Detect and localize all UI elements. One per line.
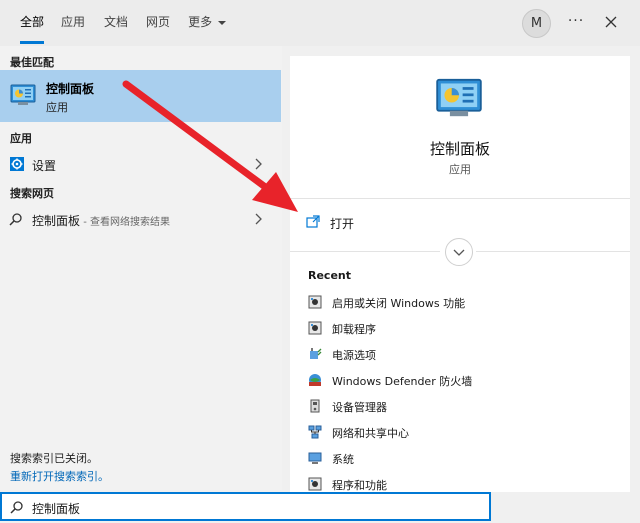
gear-icon (10, 157, 24, 171)
recent-item-firewall[interactable]: Windows Defender 防火墙 (308, 370, 628, 392)
web-search-query: 控制面板 (32, 214, 81, 228)
tab-more[interactable]: 更多 (184, 0, 230, 46)
close-button[interactable] (599, 9, 623, 36)
divider (290, 251, 440, 252)
recent-item-label: Windows Defender 防火墙 (332, 375, 473, 388)
taskbar-area (491, 492, 640, 523)
apps-heading: 应用 (10, 132, 32, 145)
web-search-result[interactable]: 控制面板 - 查看网络搜索结果 (0, 206, 281, 232)
network-icon (308, 425, 322, 439)
recent-item-windows-features[interactable]: 启用或关闭 Windows 功能 (308, 292, 628, 314)
preview-subtitle: 应用 (449, 163, 471, 176)
expand-button[interactable] (445, 238, 473, 266)
divider (290, 198, 630, 199)
search-scope-bar: 全部 应用 文档 网页 更多 M ··· (0, 0, 640, 46)
tab-all[interactable]: 全部 (12, 0, 52, 46)
index-status-text: 搜索索引已关闭。 (10, 452, 98, 465)
system-icon (308, 452, 322, 464)
tab-documents[interactable]: 文档 (98, 0, 134, 46)
firewall-icon (309, 374, 321, 386)
uninstall-icon (308, 321, 322, 335)
search-box[interactable]: 控制面板 (0, 492, 491, 521)
reenable-index-link[interactable]: 重新打开搜索索引。 (10, 468, 109, 484)
web-search-suffix: - 查看网络搜索结果 (80, 217, 170, 228)
preview-pane: 控制面板 应用 打开 Recent 启用或关闭 Windows 功能 卸载程序 … (290, 56, 630, 492)
search-icon (10, 501, 23, 514)
close-icon (605, 16, 617, 28)
recent-item-uninstall[interactable]: 卸载程序 (308, 318, 628, 340)
more-options-button[interactable]: ··· (566, 9, 586, 36)
tab-more-label: 更多 (188, 15, 213, 29)
recent-item-programs[interactable]: 程序和功能 (308, 474, 628, 492)
recent-item-label: 电源选项 (332, 349, 376, 362)
web-search-text: 控制面板 - 查看网络搜索结果 (32, 212, 170, 229)
tab-apps[interactable]: 应用 (55, 0, 91, 46)
recent-item-system[interactable]: 系统 (308, 448, 628, 470)
account-avatar[interactable]: M (522, 9, 551, 38)
divider (476, 251, 630, 252)
search-input-value: 控制面板 (32, 502, 81, 516)
recent-item-label: 卸载程序 (332, 323, 376, 336)
search-icon (9, 213, 22, 226)
chevron-down-icon (453, 249, 465, 256)
best-match-heading: 最佳匹配 (10, 56, 54, 69)
recent-item-label: 设备管理器 (332, 401, 387, 414)
chevron-right-icon (255, 213, 262, 225)
best-match-subtitle: 应用 (46, 101, 68, 114)
open-icon (306, 215, 320, 228)
recent-item-label: 程序和功能 (332, 479, 387, 492)
tab-web[interactable]: 网页 (140, 0, 176, 46)
recent-item-label: 启用或关闭 Windows 功能 (332, 297, 466, 310)
power-options-icon (310, 348, 322, 359)
recent-item-label: 网络和共享中心 (332, 427, 409, 440)
programs-icon (308, 477, 322, 491)
recent-item-network[interactable]: 网络和共享中心 (308, 422, 628, 444)
preview-title: 控制面板 (429, 140, 490, 158)
recent-item-label: 系统 (332, 453, 354, 466)
control-panel-icon (10, 84, 36, 105)
web-search-heading: 搜索网页 (10, 187, 54, 200)
device-manager-icon (310, 399, 320, 413)
open-label: 打开 (330, 217, 355, 231)
recent-item-device-manager[interactable]: 设备管理器 (308, 396, 628, 418)
best-match-title: 控制面板 (46, 82, 95, 96)
chevron-down-icon (217, 20, 226, 25)
open-action[interactable]: 打开 (306, 213, 506, 233)
control-panel-large-icon (436, 78, 482, 117)
chevron-right-icon (255, 158, 262, 170)
best-match-result[interactable]: 控制面板 应用 (0, 70, 281, 122)
recent-heading: Recent (308, 269, 352, 282)
app-result-settings[interactable]: 设置 (0, 151, 281, 177)
app-result-label: 设置 (32, 159, 57, 173)
windows-features-icon (308, 295, 322, 309)
recent-item-power-options[interactable]: 电源选项 (308, 344, 628, 366)
